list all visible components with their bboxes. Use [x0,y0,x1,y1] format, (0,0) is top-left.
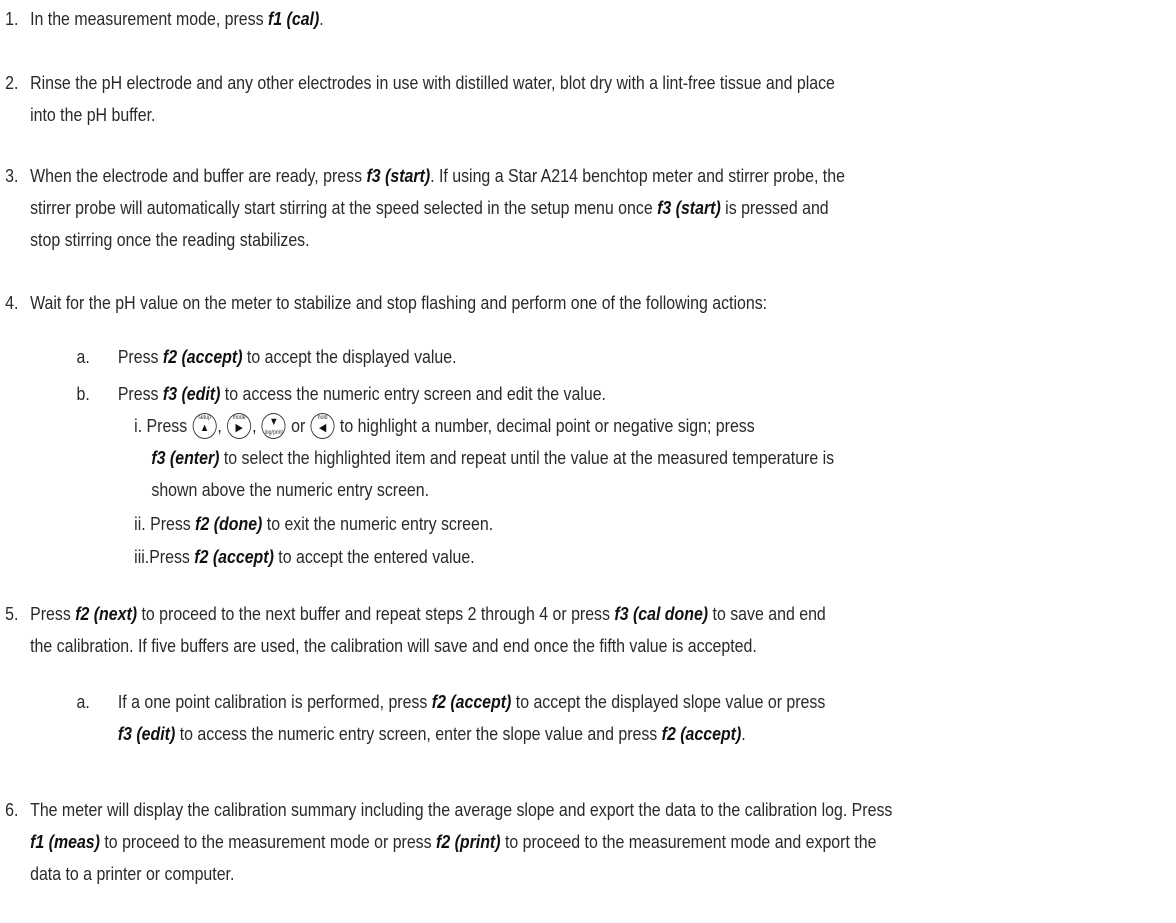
key-reference: f3 (edit) [117,723,176,744]
key-reference: f3 (edit) [162,383,221,404]
key-reference: f1 (cal) [267,8,320,29]
mode-right-key: mode ▶ [227,413,252,439]
key-reference: f2 (accept) [162,346,243,367]
logprint-down-key: ▼ log/print [261,413,286,439]
step-number: 1. [5,8,19,29]
key-reference: f3 (enter) [151,447,220,468]
key-reference: f3 (start) [366,165,431,186]
step-4b-i: i. Press setup ▲, mode ▶, ▼ log/print or ho… [134,413,835,500]
up-arrow-icon: ▲ [199,422,210,434]
right-arrow-icon: ▶ [235,422,243,434]
key-reference: f2 (accept) [431,691,512,712]
step-4b-ii: ii. Press f2 (done) to exit the numeric … [134,513,494,534]
step-4: 4. Wait for the pH value on the meter to … [0,287,767,319]
step-3: 3. When the electrode and buffer are read… [0,160,845,256]
step-4b-iii: iii.Press f2 (accept) to accept the ente… [134,546,475,567]
key-reference: f2 (accept) [194,546,274,567]
setup-up-key: setup ▲ [192,413,217,439]
key-reference: f3 (start) [657,197,721,218]
key-reference: f2 (done) [195,513,263,534]
key-reference: f1 (meas) [30,831,100,852]
step-5: 5. Press f2 (next) to proceed to the next… [0,598,826,662]
left-arrow-icon: ◀ [318,422,327,434]
step-5a: a. If a one point calibration is performe… [76,691,826,744]
step-4a: a. Press f2 (accept) to accept the displa… [76,346,457,367]
key-reference: f2 (print) [436,831,501,852]
down-arrow-icon: ▼ [269,416,279,428]
step-1: 1. In the measurement mode, press f1 (cal… [0,3,324,35]
key-reference: f2 (accept) [661,723,742,744]
step-number: 6. [5,799,19,820]
step-4b: b. Press f3 (edit) to access the numeric … [76,383,606,404]
step-number: 3. [5,165,19,186]
hold-left-key: hold ◀ [310,413,335,439]
step-number: 4. [5,292,19,313]
step-number: 5. [5,603,19,624]
key-reference: f3 (cal done) [614,603,709,624]
step-2: 2. Rinse the pH electrode and any other e… [0,67,835,131]
step-number: 2. [5,72,19,93]
step-6: 6. The meter will display the calibration… [0,794,892,890]
key-reference: f2 (next) [75,603,138,624]
